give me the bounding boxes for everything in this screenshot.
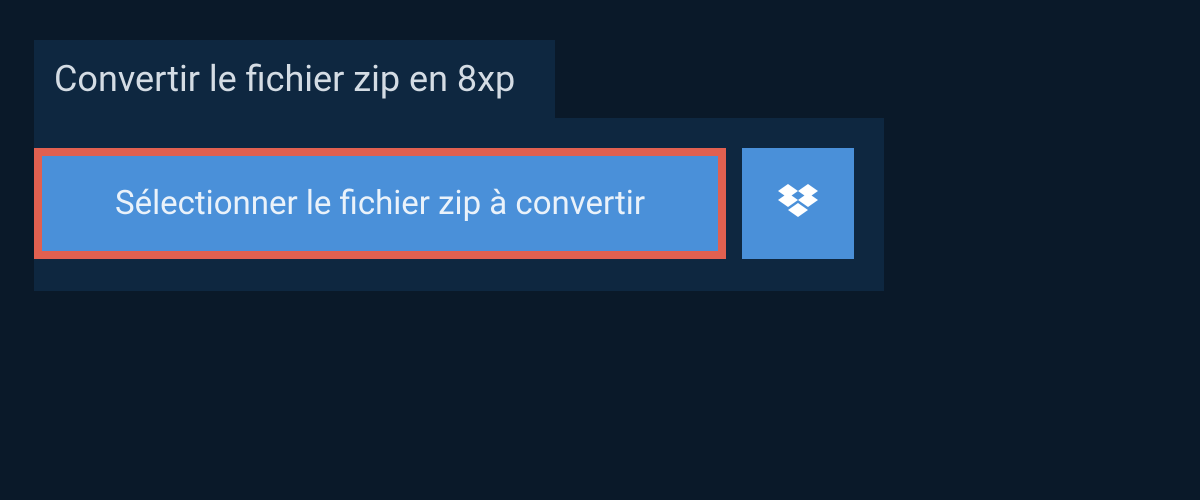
title-bar: Convertir le fichier zip en 8xp (34, 40, 555, 118)
main-container: Convertir le fichier zip en 8xp Sélectio… (0, 0, 1200, 331)
select-file-button[interactable]: Sélectionner le fichier zip à convertir (34, 148, 726, 259)
upload-panel: Sélectionner le fichier zip à convertir (34, 118, 884, 291)
select-file-label: Sélectionner le fichier zip à convertir (115, 184, 645, 223)
dropbox-icon (778, 184, 818, 224)
page-title: Convertir le fichier zip en 8xp (54, 58, 515, 100)
dropbox-button[interactable] (742, 148, 854, 259)
